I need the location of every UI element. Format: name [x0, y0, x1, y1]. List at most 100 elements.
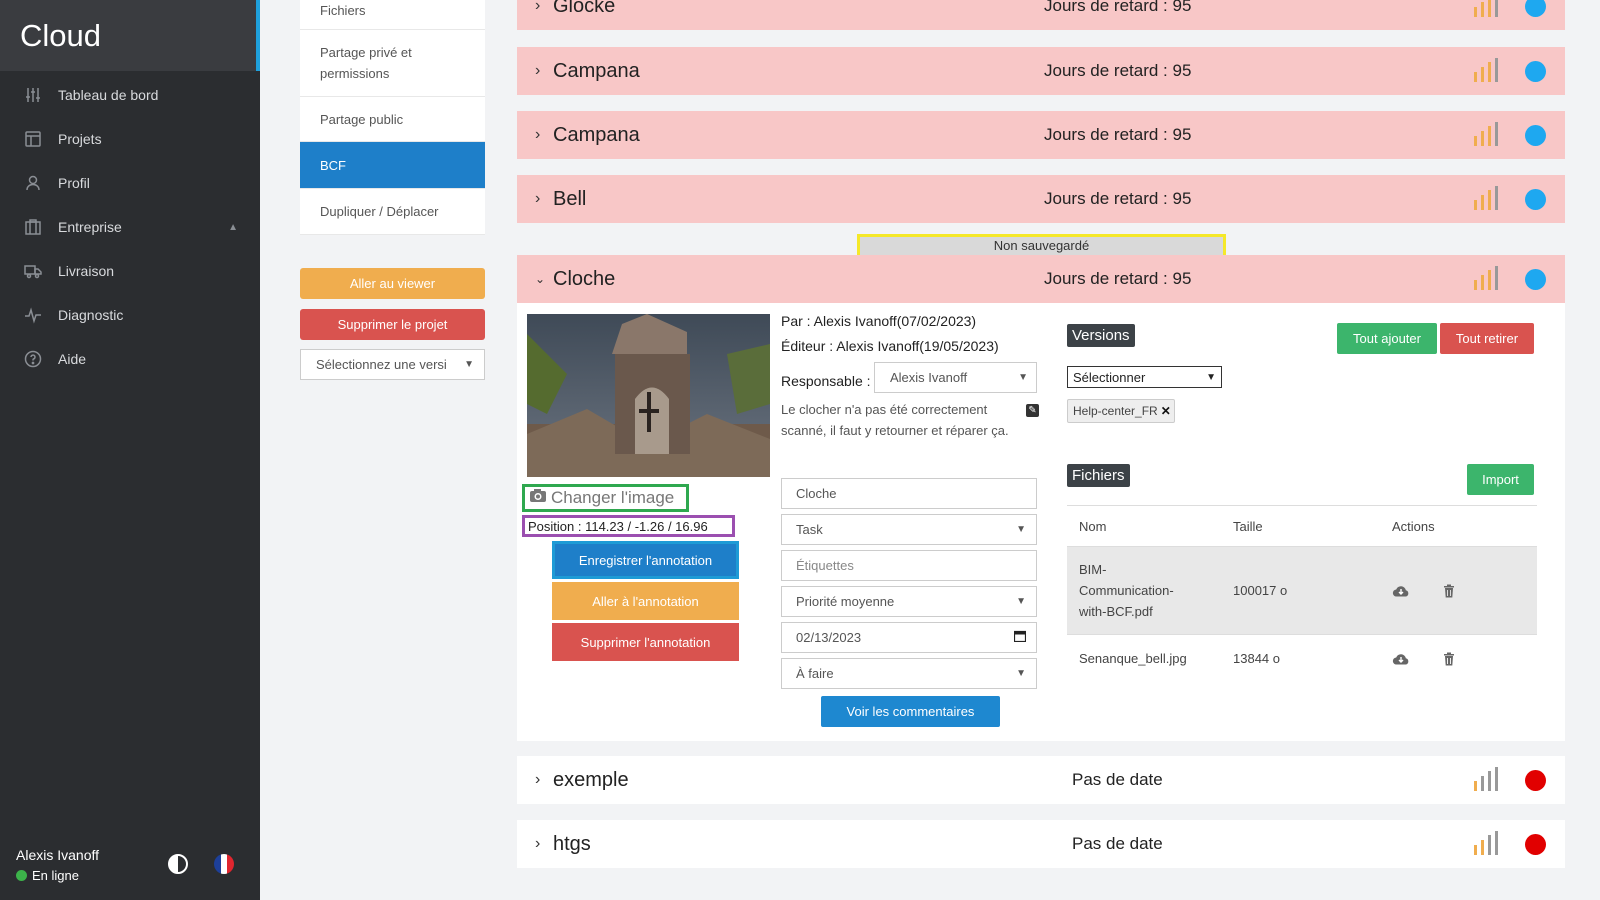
topic-detail-panel: Changer l'image Position : 114.23 / -1.2…: [517, 303, 1565, 741]
status-select[interactable]: À faire ▼: [781, 658, 1037, 689]
title-input[interactable]: Cloche: [781, 478, 1037, 509]
sidebar-item-dashboard[interactable]: Tableau de bord: [0, 73, 260, 117]
topic-row[interactable]: › Campana Jours de retard : 95: [517, 111, 1565, 159]
sidebar-item-profile[interactable]: Profil: [0, 161, 260, 205]
sidebar-item-label: Projets: [58, 131, 102, 147]
responsable-select[interactable]: Alexis Ivanoff ▼: [874, 362, 1037, 393]
topic-row[interactable]: › Campana Jours de retard : 95: [517, 47, 1565, 95]
table-row: BIM-Communication-with-BCF.pdf 100017 o: [1067, 546, 1537, 634]
view-comments-button[interactable]: Voir les commentaires: [821, 696, 1000, 727]
topic-row[interactable]: › exemple Pas de date: [517, 756, 1565, 804]
type-select[interactable]: Task ▼: [781, 514, 1037, 545]
sidebar-item-projects[interactable]: Projets: [0, 117, 260, 161]
topic-delay: Jours de retard : 95: [1044, 189, 1192, 208]
edit-icon[interactable]: ✎: [1026, 404, 1039, 417]
submenu-item-private-sharing[interactable]: Partage privé et permissions: [300, 30, 485, 97]
chevron-right-icon: ›: [535, 126, 541, 143]
priority-bars-icon: [1474, 831, 1498, 855]
user-panel: Alexis Ivanoff En ligne: [0, 830, 260, 900]
files-table: Nom Taille Actions BIM-Communication-wit…: [1067, 505, 1537, 682]
chevron-up-icon[interactable]: ▲: [228, 222, 238, 233]
topic-row[interactable]: › Glocke Jours de retard : 95: [517, 0, 1565, 30]
sidebar-item-label: Aide: [58, 351, 87, 367]
due-date-value: 02/13/2023: [796, 630, 862, 645]
topic-title: Bell: [553, 187, 587, 210]
topic-delay: Jours de retard : 95: [1044, 0, 1192, 15]
calendar-icon[interactable]: [1013, 630, 1027, 645]
topic-row[interactable]: › Bell Jours de retard : 95: [517, 175, 1565, 223]
chevron-down-icon: ⌄: [535, 272, 546, 286]
truck-icon: [24, 262, 42, 280]
topic-row-expanded[interactable]: ⌄ Cloche Jours de retard : 95: [517, 255, 1565, 303]
title-input-value: Cloche: [796, 486, 837, 501]
chevron-down-icon: ▼: [464, 359, 474, 370]
remove-all-button[interactable]: Tout retirer: [1440, 323, 1534, 354]
building-icon: [24, 218, 42, 236]
status-dot: [1525, 125, 1546, 146]
topic-delay: Jours de retard : 95: [1044, 269, 1192, 288]
column-header: Taille: [1233, 518, 1263, 534]
topic-title: Glocke: [553, 0, 616, 17]
versions-select-value: Sélectionner: [1073, 369, 1146, 385]
priority-bars-icon: [1474, 266, 1498, 290]
topic-delay: Pas de date: [1072, 834, 1163, 853]
chevron-right-icon: ›: [535, 835, 541, 852]
chevron-down-icon: ▼: [1016, 668, 1026, 679]
sidebar-item-help[interactable]: Aide: [0, 337, 260, 381]
trash-icon[interactable]: [1442, 584, 1460, 598]
due-date-input[interactable]: 02/13/2023: [781, 622, 1037, 653]
camera-position: Position : 114.23 / -1.26 / 16.96: [522, 515, 735, 537]
status-label: En ligne: [32, 868, 79, 883]
delete-project-button[interactable]: Supprimer le projet: [300, 309, 485, 340]
user-name: Alexis Ivanoff: [16, 847, 100, 863]
status-dot: [1525, 269, 1546, 290]
trash-icon[interactable]: [1442, 652, 1460, 666]
topic-title: Campana: [553, 123, 640, 146]
cloud-download-icon[interactable]: [1392, 584, 1410, 598]
topic-snapshot-image[interactable]: [527, 314, 770, 477]
submenu-item-duplicate[interactable]: Dupliquer / Déplacer: [300, 189, 485, 235]
submenu-item-public-sharing[interactable]: Partage public: [300, 97, 485, 142]
project-submenu: Fichiers Partage privé et permissions Pa…: [300, 0, 485, 235]
chevron-down-icon: ▼: [1016, 596, 1026, 607]
goto-annotation-button[interactable]: Aller à l'annotation: [552, 582, 739, 620]
status-dot: [1525, 0, 1546, 17]
brand-logo[interactable]: Cloud: [0, 0, 260, 71]
contrast-icon[interactable]: [168, 854, 188, 874]
import-button[interactable]: Import: [1467, 464, 1534, 495]
camera-icon: [529, 488, 547, 508]
version-select[interactable]: Sélectionnez une versi ▼: [300, 349, 485, 380]
chevron-right-icon: ›: [535, 62, 541, 79]
version-chip-label: Help-center_FR: [1073, 404, 1158, 418]
user-icon: [24, 174, 42, 192]
save-annotation-label: Enregistrer l'annotation: [555, 544, 736, 576]
priority-select[interactable]: Priorité moyenne ▼: [781, 586, 1037, 617]
close-icon[interactable]: ✕: [1161, 404, 1171, 418]
change-image-button[interactable]: Changer l'image: [522, 484, 689, 512]
priority-bars-icon: [1474, 122, 1498, 146]
versions-select[interactable]: Sélectionner ▼: [1067, 366, 1222, 388]
chevron-right-icon: ›: [535, 190, 541, 207]
file-size: 13844 o: [1233, 651, 1280, 666]
sidebar-item-label: Profil: [58, 175, 90, 191]
go-to-viewer-button[interactable]: Aller au viewer: [300, 268, 485, 299]
add-all-button[interactable]: Tout ajouter: [1337, 323, 1437, 354]
sidebar-item-label: Livraison: [58, 263, 115, 279]
sidebar: Cloud Tableau de bord Projets Profil Ent…: [0, 0, 260, 900]
tags-input[interactable]: Étiquettes: [781, 550, 1037, 581]
save-annotation-button[interactable]: Enregistrer l'annotation: [552, 541, 739, 579]
submenu-item-bcf[interactable]: BCF: [300, 142, 485, 189]
topic-row[interactable]: › htgs Pas de date: [517, 820, 1565, 868]
user-status: En ligne: [16, 868, 99, 883]
delete-annotation-button[interactable]: Supprimer l'annotation: [552, 623, 739, 661]
french-flag-icon[interactable]: [214, 854, 234, 874]
priority-value: Priorité moyenne: [796, 594, 895, 609]
submenu-item-files[interactable]: Fichiers: [300, 0, 485, 30]
sidebar-item-delivery[interactable]: Livraison: [0, 249, 260, 293]
sidebar-item-company[interactable]: Entreprise ▲: [0, 205, 260, 249]
sidebar-item-diagnostic[interactable]: Diagnostic: [0, 293, 260, 337]
cloud-download-icon[interactable]: [1392, 652, 1410, 666]
tags-placeholder: Étiquettes: [796, 558, 854, 573]
topic-title: exemple: [553, 768, 629, 791]
column-header: Actions: [1392, 518, 1435, 534]
